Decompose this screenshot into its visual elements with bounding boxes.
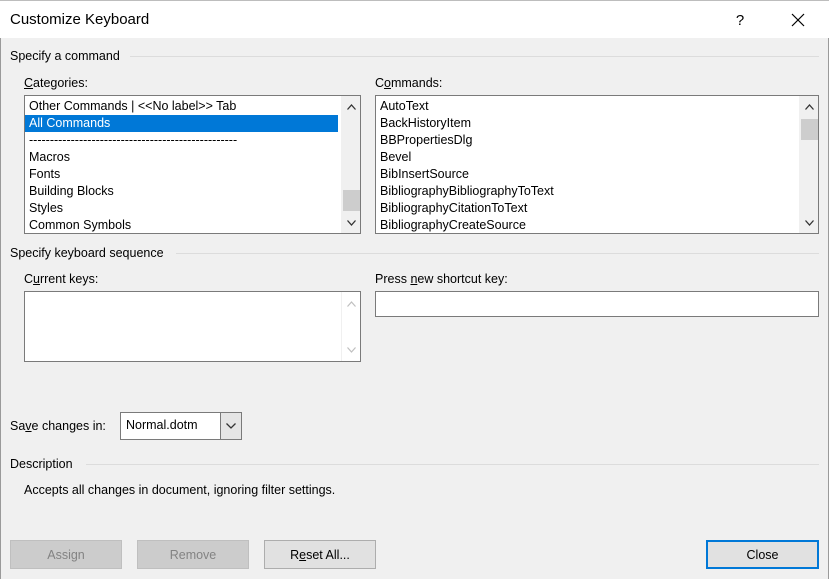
group-divider	[130, 56, 819, 57]
commands-scrollbar[interactable]	[799, 96, 818, 233]
command-item[interactable]: BackHistoryItem	[376, 115, 818, 132]
group-divider	[176, 253, 819, 254]
description-group-title: Description	[10, 457, 73, 471]
commands-label: Commands:	[375, 76, 443, 90]
keyboard-sequence-group-title: Specify keyboard sequence	[10, 246, 164, 260]
description-text: Accepts all changes in document, ignorin…	[24, 483, 336, 497]
window-title: Customize Keyboard	[10, 11, 150, 28]
command-item[interactable]: BibInsertSource	[376, 166, 818, 183]
current-keys-label: Current keys:	[24, 272, 99, 286]
new-shortcut-label: Press new shortcut key:	[375, 272, 508, 286]
current-keys-scrollbar	[341, 292, 360, 361]
scroll-thumb[interactable]	[343, 190, 360, 211]
command-item[interactable]: BibliographyCreateSource	[376, 217, 818, 233]
categories-label: Categories:	[24, 76, 88, 90]
window-border-left	[0, 38, 1, 579]
command-item[interactable]: BBPropertiesDlg	[376, 132, 818, 149]
title-bar: Customize Keyboard ?	[0, 0, 829, 38]
reset-all-button[interactable]: Re set All...	[264, 540, 376, 569]
scroll-down-icon	[342, 341, 361, 358]
scroll-up-icon[interactable]	[800, 98, 818, 115]
category-item[interactable]: Macros	[25, 149, 360, 166]
dropdown-button[interactable]	[220, 413, 241, 439]
categories-listbox[interactable]: Other Commands | <<No label>> Tab All Co…	[24, 95, 361, 234]
assign-button[interactable]: Assign	[10, 540, 122, 569]
commands-listbox[interactable]: AutoText BackHistoryItem BBPropertiesDlg…	[375, 95, 819, 234]
chevron-down-icon	[226, 423, 236, 429]
specify-command-group-title: Specify a command	[10, 49, 120, 63]
command-item[interactable]: BibliographyCitationToText	[376, 200, 818, 217]
category-item[interactable]: Fonts	[25, 166, 360, 183]
scroll-up-icon[interactable]	[342, 98, 360, 115]
save-changes-label: Save changes in:	[10, 419, 106, 433]
scroll-up-icon	[342, 295, 361, 312]
category-item-selected[interactable]: All Commands	[25, 115, 338, 132]
help-button[interactable]: ?	[717, 2, 763, 38]
category-item[interactable]: Other Commands | <<No label>> Tab	[25, 98, 360, 115]
new-shortcut-input[interactable]	[375, 291, 819, 317]
save-changes-value: Normal.dotm	[126, 418, 198, 432]
category-item[interactable]: Styles	[25, 200, 360, 217]
command-item[interactable]: AutoText	[376, 98, 818, 115]
category-item[interactable]: Building Blocks	[25, 183, 360, 200]
scroll-thumb[interactable]	[801, 119, 818, 140]
close-button[interactable]: Close	[706, 540, 819, 569]
save-changes-dropdown[interactable]: Normal.dotm	[120, 412, 242, 440]
current-keys-listbox[interactable]	[24, 291, 361, 362]
category-separator: ----------------------------------------…	[29, 133, 238, 147]
remove-button[interactable]: Remove	[137, 540, 249, 569]
scroll-down-icon[interactable]	[800, 214, 818, 231]
categories-scrollbar[interactable]	[341, 96, 360, 233]
scroll-down-icon[interactable]	[342, 214, 360, 231]
command-item[interactable]: BibliographyBibliographyToText	[376, 183, 818, 200]
group-divider	[86, 464, 819, 465]
close-x-icon	[791, 13, 805, 27]
category-item[interactable]: Common Symbols	[25, 217, 360, 233]
close-window-button[interactable]	[775, 2, 821, 38]
command-item[interactable]: Bevel	[376, 149, 818, 166]
